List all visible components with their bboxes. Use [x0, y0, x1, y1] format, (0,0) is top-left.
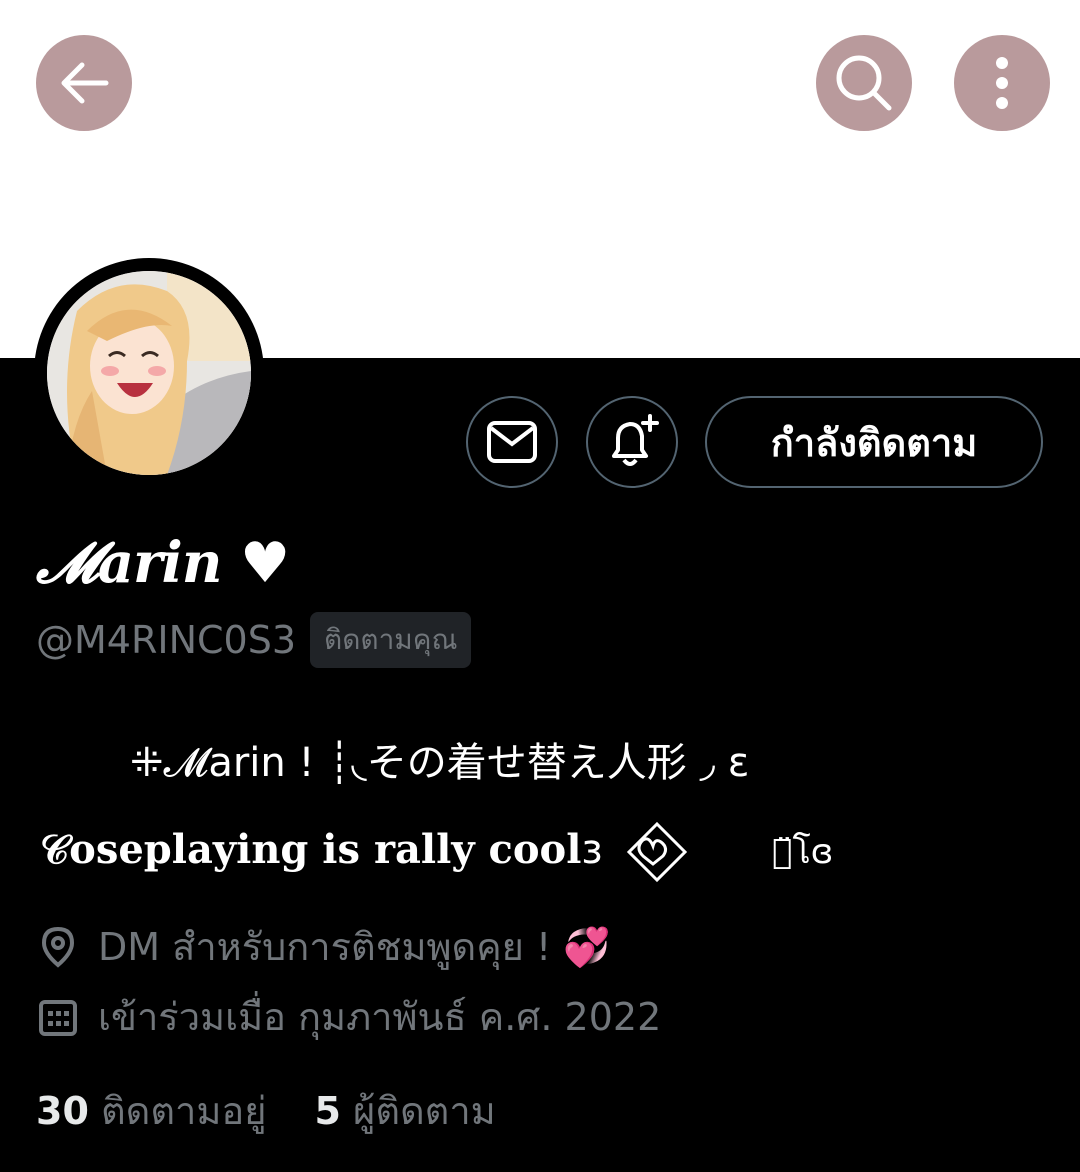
search-icon [836, 55, 892, 111]
avatar[interactable] [34, 258, 264, 488]
follows-you-badge: ติดตามคุณ [310, 612, 472, 668]
following-link[interactable]: 30 ติดตามอยู่ [36, 1080, 267, 1141]
bio-line-2-text: 𝒞oseplaying is rally cool [40, 826, 582, 873]
followers-count: 5 [314, 1089, 341, 1133]
arrow-left-icon [61, 62, 109, 104]
followers-link[interactable]: 5 ผู้ติดตาม [315, 1080, 496, 1141]
following-count: 30 [36, 1089, 89, 1133]
handle-row: @M4RINC0S3 ติดตามคุณ [36, 612, 472, 668]
location-text: DM สำหรับการติชมพูดคุย ! 💞 [98, 925, 611, 969]
following-label: ติดตามอยู่ [100, 1089, 267, 1133]
bio-line-2-tail: อ̈โɞ [772, 832, 834, 872]
followers-label: ผู้ติดตาม [353, 1089, 496, 1133]
back-button[interactable] [36, 35, 132, 131]
bio-line-1: ⁜𝓜arin ! ┊◟その着せ替え人形 ◞ ε [130, 740, 750, 786]
bell-plus-icon [612, 414, 659, 466]
display-name: 𝓜arin ♥ [36, 530, 290, 596]
avatar-image [47, 271, 251, 475]
following-button[interactable]: กำลังติดตาม [705, 396, 1043, 488]
bio-line-2: 𝒞oseplaying is rally coolɜ อ̈โɞ [40, 820, 833, 884]
joined-row: เข้าร่วมเมื่อ กุมภาพันธ์ ค.ศ. 2022 [38, 986, 661, 1047]
notify-button[interactable] [586, 396, 678, 488]
location-pin-icon [41, 926, 75, 968]
follow-stats: 30 ติดตามอยู่ 5 ผู้ติดตาม [36, 1080, 496, 1141]
bio-line-2-suffix: ɜ [581, 827, 603, 873]
more-vertical-icon [996, 57, 1008, 109]
handle: @M4RINC0S3 [36, 618, 297, 662]
location-row: DM สำหรับการติชมพูดคุย ! 💞 [38, 916, 611, 977]
calendar-icon [39, 999, 77, 1036]
joined-text: เข้าร่วมเมื่อ กุมภาพันธ์ ค.ศ. 2022 [98, 995, 662, 1039]
message-button[interactable] [466, 396, 558, 488]
search-button[interactable] [816, 35, 912, 131]
more-button[interactable] [954, 35, 1050, 131]
mail-icon [487, 421, 537, 463]
diamond-heart-icon [627, 821, 688, 883]
